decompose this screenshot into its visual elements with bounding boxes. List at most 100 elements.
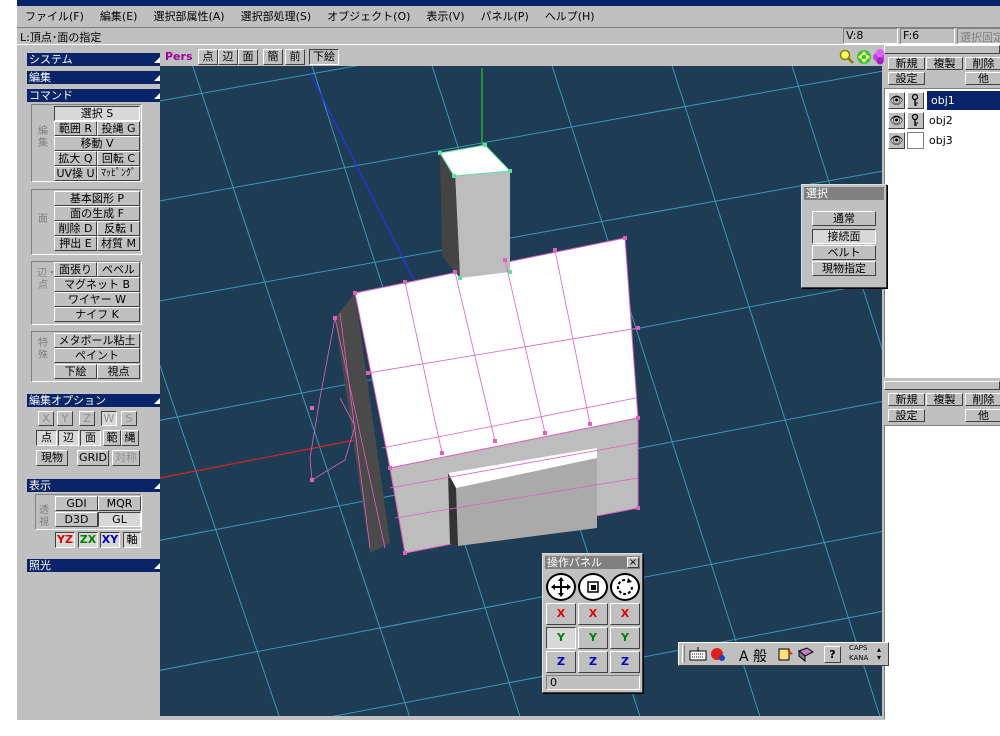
symmetry-toggle[interactable]: 対称 — [112, 450, 140, 466]
lock-key-icon[interactable] — [907, 92, 924, 109]
zx-plane-toggle[interactable]: ZX — [78, 532, 98, 548]
op-z-scale-button[interactable]: Z — [578, 651, 608, 673]
menu-help[interactable]: ヘルプ(H) — [537, 8, 603, 24]
select-real-button[interactable]: 現物指定 — [812, 261, 876, 276]
lock-key-icon[interactable] — [907, 112, 924, 129]
op-x-move-button[interactable]: X — [546, 603, 576, 625]
object-other-button[interactable]: 他 — [965, 72, 1000, 85]
knife-button[interactable]: ナイフ K — [54, 307, 140, 322]
gl-button[interactable]: GL — [98, 512, 141, 527]
magnet-button[interactable]: マグネット B — [54, 277, 140, 292]
object-row[interactable]: 👁 obj1 — [885, 91, 1000, 110]
materials-panel-grip[interactable] — [884, 381, 1000, 390]
extrude-button[interactable]: 押出 E — [54, 236, 97, 251]
xy-plane-toggle[interactable]: XY — [100, 532, 120, 548]
view-face-toggle[interactable]: 面 — [238, 49, 258, 65]
command-panel-header[interactable]: コマンド — [27, 89, 164, 102]
underlay-button[interactable]: 下絵 — [54, 364, 97, 379]
uv-button[interactable]: UV操 U — [54, 166, 97, 181]
menu-view[interactable]: 表示(V) — [418, 8, 472, 24]
world-toggle[interactable]: W — [101, 411, 117, 426]
lock-x-toggle[interactable]: X — [38, 411, 54, 426]
rotate-button[interactable]: 回転 C — [97, 151, 140, 166]
view-simple-toggle[interactable]: 簡 — [263, 49, 283, 65]
lock-y-toggle[interactable]: Y — [57, 411, 73, 426]
viewpoint-button[interactable]: 視点 — [97, 364, 140, 379]
material-button[interactable]: 材質 M — [97, 236, 140, 251]
ime-pad-icon[interactable] — [777, 646, 795, 663]
menu-file[interactable]: ファイル(F) — [17, 8, 92, 24]
view-edge-toggle[interactable]: 辺 — [218, 49, 238, 65]
metaball-button[interactable]: メタボール粘土 — [54, 333, 140, 348]
menu-selection-attr[interactable]: 選択部属性(A) — [145, 8, 232, 24]
objects-panel-grip[interactable] — [884, 45, 1000, 54]
object-row[interactable]: 👁 obj2 — [885, 111, 1000, 130]
menu-object[interactable]: オブジェクト(O) — [319, 8, 418, 24]
lock-empty-toggle[interactable] — [907, 132, 924, 149]
visibility-eye-icon[interactable]: 👁 — [888, 132, 905, 149]
real-toggle[interactable]: 現物 — [36, 450, 68, 466]
menu-selection-process[interactable]: 選択部処理(S) — [233, 8, 320, 24]
view-underlay-toggle[interactable]: 下絵 — [309, 49, 339, 65]
ime-grip[interactable] — [682, 645, 685, 663]
op-y-scale-button[interactable]: Y — [578, 627, 608, 649]
op-z-move-button[interactable]: Z — [546, 651, 576, 673]
screen-toggle[interactable]: S — [121, 411, 137, 426]
gdi-button[interactable]: GDI — [55, 496, 98, 511]
lasso-mode-toggle[interactable]: 縄 — [121, 430, 139, 446]
op-y-move-button[interactable]: Y — [546, 627, 576, 649]
face-mode-toggle[interactable]: 面 — [80, 430, 101, 446]
op-y-rotate-button[interactable]: Y — [610, 627, 640, 649]
bevel-button[interactable]: ベベル — [97, 262, 140, 277]
op-x-scale-button[interactable]: X — [578, 603, 608, 625]
menu-edit[interactable]: 編集(E) — [92, 8, 146, 24]
select-fixed-toggle[interactable]: 選択固定 — [957, 28, 1000, 44]
object-row[interactable]: 👁 obj3 — [885, 131, 1000, 150]
edit-options-header[interactable]: 編集オプション — [27, 394, 164, 407]
op-x-rotate-button[interactable]: X — [610, 603, 640, 625]
zoom-icon[interactable] — [839, 49, 855, 65]
scale-button[interactable]: 拡大 Q — [54, 151, 97, 166]
lighting-header[interactable]: 照光 — [27, 559, 164, 572]
help-icon[interactable]: ? — [824, 646, 841, 663]
menu-panel[interactable]: パネル(P) — [473, 8, 537, 24]
material-delete-button[interactable]: 削除 — [965, 393, 1000, 406]
object-name[interactable]: obj1 — [927, 91, 1000, 110]
wire-button[interactable]: ワイヤー W — [54, 292, 140, 307]
material-new-button[interactable]: 新規 — [888, 393, 925, 406]
object-name[interactable]: obj2 — [929, 111, 953, 130]
object-delete-button[interactable]: 削除 — [965, 57, 1000, 70]
dictionary-icon[interactable] — [797, 646, 815, 663]
visibility-eye-icon[interactable]: 👁 — [888, 112, 905, 129]
view-front-toggle[interactable]: 前 — [285, 49, 305, 65]
object-new-button[interactable]: 新規 — [888, 57, 925, 70]
input-mode-indicator[interactable]: A 般 — [739, 646, 767, 666]
range-mode-toggle[interactable]: 範 — [103, 430, 121, 446]
keyboard-icon[interactable] — [689, 646, 707, 663]
yz-plane-toggle[interactable]: YZ — [55, 532, 75, 548]
range-button[interactable]: 範囲 R — [54, 121, 97, 136]
material-list[interactable] — [884, 425, 1000, 720]
object-copy-button[interactable]: 複製 — [926, 57, 963, 70]
select-belt-button[interactable]: ベルト — [812, 245, 876, 260]
object-settings-button[interactable]: 設定 — [888, 72, 925, 85]
axis-toggle[interactable]: 軸 — [123, 532, 141, 548]
basic-shape-button[interactable]: 基本図形 P — [54, 191, 140, 206]
3d-viewport[interactable] — [160, 48, 882, 716]
ime-status-icon[interactable] — [709, 646, 727, 663]
face-generate-button[interactable]: 面の生成 F — [54, 206, 140, 221]
rotate-mode-icon[interactable] — [610, 573, 640, 601]
projection-mode[interactable]: Pers — [165, 50, 193, 63]
select-normal-button[interactable]: 通常 — [812, 211, 876, 226]
select-button[interactable]: 選択 S — [54, 106, 140, 121]
mqr-button[interactable]: MQR — [98, 496, 141, 511]
point-mode-toggle[interactable]: 点 — [36, 430, 57, 446]
move-button[interactable]: 移動 V — [54, 136, 140, 151]
lock-z-toggle[interactable]: Z — [79, 411, 95, 426]
edge-mode-toggle[interactable]: 辺 — [58, 430, 79, 446]
op-value-field[interactable]: 0 — [546, 675, 640, 690]
select-connected-button[interactable]: 接続面 — [812, 229, 876, 244]
d3d-button[interactable]: D3D — [55, 512, 98, 527]
view-point-toggle[interactable]: 点 — [198, 49, 218, 65]
flip-button[interactable]: 反転 I — [97, 221, 140, 236]
